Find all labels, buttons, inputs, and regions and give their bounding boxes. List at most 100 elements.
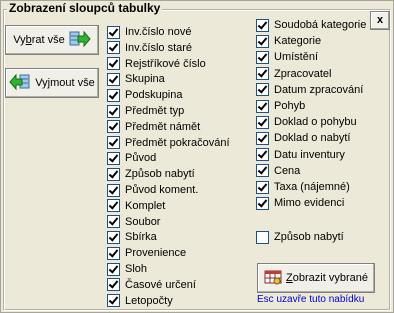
column-checkbox-row[interactable]: Mimo evidenci <box>256 195 344 211</box>
column-checkbox[interactable] <box>107 278 120 292</box>
column-checkbox[interactable] <box>107 57 120 71</box>
show-selected-label: Zobrazit vybrané <box>286 272 368 284</box>
extra-option-checkbox[interactable] <box>256 230 269 244</box>
column-checkbox-row[interactable]: Sbírka <box>107 229 157 245</box>
column-checkbox[interactable] <box>256 34 269 48</box>
column-checkbox-label: Předmět pokračování <box>125 136 230 149</box>
column-checkbox-label: Datu inventury <box>274 148 345 161</box>
column-checkbox[interactable] <box>107 41 120 55</box>
close-button[interactable]: x <box>370 11 390 30</box>
column-checkbox-row[interactable]: Datum zpracování <box>256 82 363 98</box>
show-selected-button[interactable]: Zobrazit vybrané <box>257 263 375 293</box>
column-checkbox-row[interactable]: Provenience <box>107 245 186 261</box>
column-checkbox-label: Doklad o nabytí <box>274 132 351 145</box>
column-checkbox-row[interactable]: Taxa (nájemné) <box>256 179 350 195</box>
column-checkbox-row[interactable]: Doklad o pohybu <box>256 114 357 130</box>
column-checkbox[interactable] <box>107 199 120 213</box>
column-checkbox[interactable] <box>256 164 269 178</box>
column-checkbox[interactable] <box>107 294 120 308</box>
column-checkbox-label: Podskupina <box>125 89 183 102</box>
column-checkbox[interactable] <box>107 262 120 276</box>
column-checkbox[interactable] <box>256 131 269 145</box>
column-checkbox-label: Zpracovatel <box>274 67 332 80</box>
column-checkbox-label: Mimo evidenci <box>274 197 345 210</box>
column-checkbox[interactable] <box>256 83 269 97</box>
remove-all-label: Vyjmout vše <box>35 77 95 89</box>
column-checkbox[interactable] <box>107 104 120 118</box>
column-checkbox-label: Pohyb <box>274 100 306 112</box>
column-checkbox-row[interactable]: Komplet <box>107 198 165 214</box>
column-checkbox-row[interactable]: Způsob nabytí <box>107 166 195 182</box>
column-checkbox[interactable] <box>256 67 269 81</box>
column-checkbox-row[interactable]: Časové určení <box>107 277 196 293</box>
column-checkbox-row[interactable]: Sloh <box>107 261 147 277</box>
column-checkbox-row[interactable]: Doklad o nabytí <box>256 130 350 146</box>
column-checkbox[interactable] <box>107 151 120 165</box>
column-checkbox-row[interactable]: Umístění <box>256 49 318 65</box>
column-checkbox[interactable] <box>256 148 269 162</box>
column-checkbox[interactable] <box>256 180 269 194</box>
column-checkbox[interactable] <box>107 120 120 134</box>
column-checkbox[interactable] <box>107 183 120 197</box>
column-checkbox-label: Způsob nabytí <box>125 168 195 181</box>
column-checkbox-row[interactable]: Podskupina <box>107 87 183 103</box>
column-checkbox-label: Předmět námět <box>125 120 201 133</box>
column-checkbox-label: Datum zpracování <box>274 83 364 96</box>
column-checkbox[interactable] <box>256 50 269 64</box>
column-checkbox-row[interactable]: Rejstříkové číslo <box>107 56 206 72</box>
column-checkbox-row[interactable]: Soudobá kategorie <box>256 17 366 33</box>
column-checkbox-row[interactable]: Předmět pokračování <box>107 135 230 151</box>
select-all-button[interactable]: Vybrat vše <box>5 25 99 55</box>
column-checkbox-label: Inv.číslo staré <box>125 41 193 54</box>
column-visibility-dialog: Zobrazení sloupců tabulky x Vybrat vše V… <box>0 0 394 313</box>
column-checkbox-label: Letopočty <box>125 294 173 307</box>
column-checkbox-row[interactable]: Inv.číslo staré <box>107 40 192 56</box>
column-checkbox-row[interactable]: Cena <box>256 163 300 179</box>
column-checkbox[interactable] <box>107 136 120 150</box>
column-checkbox[interactable] <box>107 246 120 260</box>
column-checkbox[interactable] <box>107 215 120 229</box>
column-checkbox[interactable] <box>256 196 269 210</box>
column-checkbox-label: Umístění <box>274 51 319 64</box>
column-checkbox-row[interactable]: Předmět typ <box>107 103 184 119</box>
column-checkbox-row[interactable]: Předmět námět <box>107 119 200 135</box>
column-checkbox-row[interactable]: Letopočty <box>107 293 173 309</box>
column-checkbox-label: Skupina <box>125 73 165 86</box>
column-checkbox-row[interactable]: Původ koment. <box>107 182 198 198</box>
column-checkbox[interactable] <box>107 167 120 181</box>
column-checkbox[interactable] <box>107 25 120 39</box>
column-checkbox-label: Cena <box>274 164 301 177</box>
column-checkbox[interactable] <box>107 72 120 86</box>
column-checkbox-label: Kategorie <box>274 35 322 48</box>
column-checkbox-row[interactable]: Inv.číslo nové <box>107 24 191 40</box>
column-checkbox-label: Předmět typ <box>125 105 185 117</box>
column-checkbox-row[interactable]: Skupina <box>107 71 165 87</box>
column-checkbox-label: Sbírka <box>125 231 157 244</box>
column-checkbox-row[interactable]: Soubor <box>107 214 160 230</box>
column-checkbox-label: Soubor <box>125 215 161 228</box>
column-checkbox-row[interactable]: Kategorie <box>256 33 321 49</box>
column-checkbox-row[interactable]: Původ <box>107 150 156 166</box>
column-checkbox[interactable] <box>107 88 120 102</box>
column-checkbox-label: Rejstříkové číslo <box>125 57 206 70</box>
column-checkbox[interactable] <box>256 18 269 32</box>
column-checkbox-label: Inv.číslo nové <box>125 26 192 38</box>
extra-option-label: Způsob nabytí <box>274 231 344 243</box>
column-checkbox[interactable] <box>256 115 269 129</box>
column-checkbox-label: Časové určení <box>125 278 196 291</box>
escape-hint: Esc uzavře tuto nabídku <box>257 294 365 305</box>
extra-option-checkbox-row[interactable]: Způsob nabytí <box>256 229 344 245</box>
column-checkbox[interactable] <box>107 230 120 244</box>
dialog-title: Zobrazení sloupců tabulky <box>9 1 161 15</box>
dialog-title-bg: Zobrazení sloupců tabulky <box>7 1 163 16</box>
column-checkbox-row[interactable]: Zpracovatel <box>256 66 331 82</box>
column-checkbox-label: Doklad o pohybu <box>274 116 357 129</box>
column-checkbox-label: Komplet <box>125 199 166 212</box>
column-checkbox-row[interactable]: Datu inventury <box>256 147 345 163</box>
column-checkbox-row[interactable]: Pohyb <box>256 98 305 114</box>
column-checkbox-label: Taxa (nájemné) <box>274 181 350 193</box>
select-all-label: Vybrat vše <box>13 34 65 46</box>
remove-all-button[interactable]: Vyjmout vše <box>5 68 99 98</box>
column-checkbox[interactable] <box>256 99 269 113</box>
column-checkbox-label: Původ koment. <box>125 184 199 196</box>
